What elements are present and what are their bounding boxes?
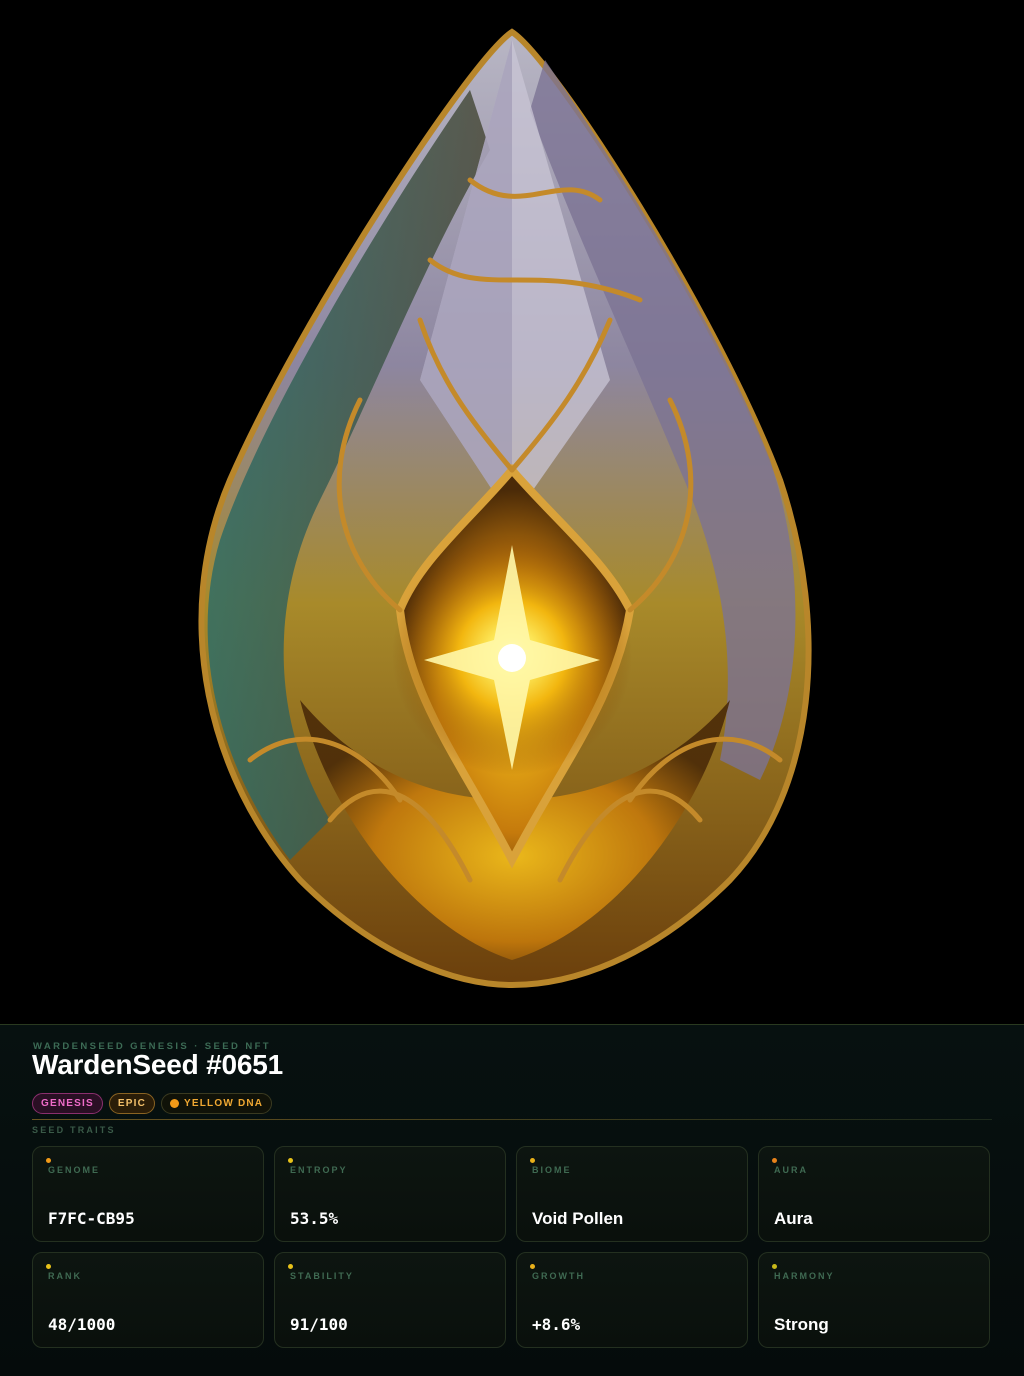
trait-card-rank: RANK 48/1000	[32, 1252, 264, 1348]
trait-dot-icon	[530, 1158, 535, 1163]
trait-card-growth: GROWTH +8.6%	[516, 1252, 748, 1348]
badge-row: GENESIS EPIC YELLOW DNA	[32, 1093, 273, 1114]
traits-section-label: SEED TRAITS	[32, 1125, 116, 1135]
traits-grid: GENOME F7FC-CB95 ENTROPY 53.5% BIOME Voi…	[32, 1146, 992, 1348]
trait-dot-icon	[288, 1158, 293, 1163]
trait-label: BIOME	[532, 1165, 572, 1175]
trait-value: F7FC-CB95	[48, 1209, 135, 1228]
rarity-badge: EPIC	[108, 1093, 155, 1114]
trait-card-entropy: ENTROPY 53.5%	[274, 1146, 506, 1242]
trait-dot-icon	[530, 1264, 535, 1269]
trait-label: HARMONY	[774, 1271, 835, 1281]
trait-value: 53.5%	[290, 1209, 339, 1228]
trait-card-genome: GENOME F7FC-CB95	[32, 1146, 264, 1242]
trait-value: 91/100	[290, 1315, 348, 1334]
trait-label: STABILITY	[290, 1271, 354, 1281]
trait-card-aura: AURA Aura	[758, 1146, 990, 1242]
trait-label: GROWTH	[532, 1271, 585, 1281]
trait-card-biome: BIOME Void Pollen	[516, 1146, 748, 1242]
trait-card-harmony: HARMONY Strong	[758, 1252, 990, 1348]
trait-label: GENOME	[48, 1165, 101, 1175]
trait-value: Strong	[774, 1315, 829, 1334]
trait-label: AURA	[774, 1165, 808, 1175]
trait-value: +8.6%	[532, 1315, 581, 1334]
trait-label: ENTROPY	[290, 1165, 348, 1175]
trait-label: RANK	[48, 1271, 82, 1281]
seed-info-panel: WARDENSEED GENESIS · SEED NFT WardenSeed…	[0, 1024, 1024, 1376]
dna-badge: YELLOW DNA	[161, 1093, 273, 1114]
trait-value: 48/1000	[48, 1315, 116, 1334]
dna-color-dot-icon	[170, 1099, 179, 1108]
genesis-badge: GENESIS	[32, 1093, 103, 1114]
trait-card-stability: STABILITY 91/100	[274, 1252, 506, 1348]
trait-dot-icon	[772, 1158, 777, 1163]
trait-value: Void Pollen	[532, 1209, 624, 1228]
trait-dot-icon	[288, 1264, 293, 1269]
crystal-seed-artwork	[198, 28, 812, 989]
trait-value: Aura	[774, 1209, 813, 1228]
section-divider	[32, 1119, 992, 1120]
seed-artwork	[0, 0, 1024, 1024]
dna-badge-label: YELLOW DNA	[184, 1098, 264, 1109]
trait-dot-icon	[46, 1158, 51, 1163]
seed-title: WardenSeed #0651	[32, 1049, 284, 1080]
trait-dot-icon	[772, 1264, 777, 1269]
trait-dot-icon	[46, 1264, 51, 1269]
